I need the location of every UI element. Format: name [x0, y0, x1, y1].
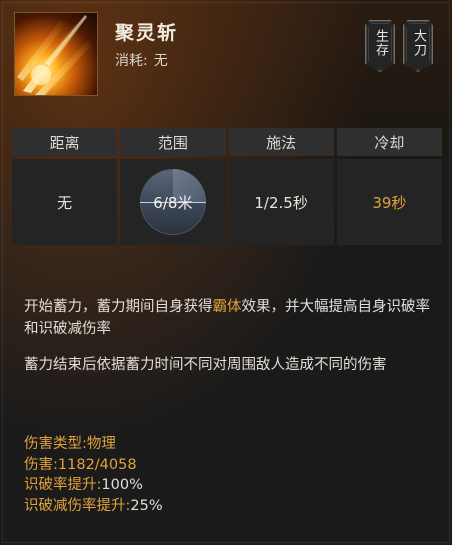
stat-header-cooldown: 冷却 [336, 128, 442, 156]
badge-blade-label: 大刀 [411, 29, 426, 57]
skill-name: 聚灵斩 [115, 22, 179, 44]
prop-crit-label: 识破率提升: [24, 477, 102, 493]
prop-crit-reduce: 识破减伤率提升:25% [24, 496, 163, 517]
description-highlight-superarmor: 霸体 [212, 299, 242, 315]
prop-crit-value: 100% [101, 477, 143, 493]
stat-header-distance: 距离 [12, 128, 118, 156]
cost-value: 无 [153, 53, 168, 69]
prop-damage-type-label: 伤害类型: [24, 436, 87, 452]
prop-damage: 伤害:1182/4058 [24, 455, 163, 476]
stat-value-distance: 无 [12, 159, 118, 245]
prop-damage-type: 伤害类型:物理 [24, 434, 163, 455]
description-paragraph-2: 蓄力结束后依据蓄力时间不同对周围敌人造成不同的伤害 [24, 357, 387, 373]
prop-crit-reduce-label: 识破减伤率提升: [24, 497, 131, 514]
prop-crit-reduce-value: 25% [130, 497, 163, 514]
skill-properties: 伤害类型:物理 伤害:1182/4058 识破率提升:100% 识破减伤率提升:… [24, 434, 163, 516]
description-p1-part-a: 开始蓄力，蓄力期间自身获得 [24, 299, 213, 315]
stats-table: 距离 范围 施法 冷却 无 6/8米 1/2.5秒 39秒 [12, 128, 442, 245]
cost-label: 消耗: [115, 53, 148, 69]
slash-burst-icon [14, 12, 98, 96]
skill-tooltip: 聚灵斩 消耗: 无 生存 大刀 距离 范围 施法 冷却 无 6/8米 1/2.5秒… [0, 0, 452, 545]
skill-description: 开始蓄力，蓄力期间自身获得霸体效果，并大幅提高自身识破率和识破减伤率 蓄力结束后… [24, 296, 436, 390]
stat-value-cast: 1/2.5秒 [228, 159, 334, 245]
stat-value-cooldown: 39秒 [336, 159, 442, 245]
range-value-text: 6/8米 [153, 193, 193, 212]
badge-blade: 大刀 [403, 20, 433, 72]
cost-row: 消耗: 无 [115, 50, 168, 70]
prop-crit: 识破率提升:100% [24, 475, 163, 496]
badge-survival-label: 生存 [373, 29, 388, 57]
badge-survival: 生存 [365, 20, 395, 72]
stat-header-cast: 施法 [228, 128, 334, 156]
stat-header-range: 范围 [120, 128, 226, 156]
tooltip-header: 聚灵斩 消耗: 无 生存 大刀 [0, 0, 452, 125]
stat-value-range: 6/8米 [120, 159, 226, 245]
prop-damage-value: 1182/4058 [57, 456, 137, 473]
prop-damage-label: 伤害: [24, 456, 58, 473]
description-paragraph-1: 开始蓄力，蓄力期间自身获得霸体效果，并大幅提高自身识破率和识破减伤率 [24, 296, 436, 340]
prop-damage-type-value: 物理 [86, 436, 116, 452]
